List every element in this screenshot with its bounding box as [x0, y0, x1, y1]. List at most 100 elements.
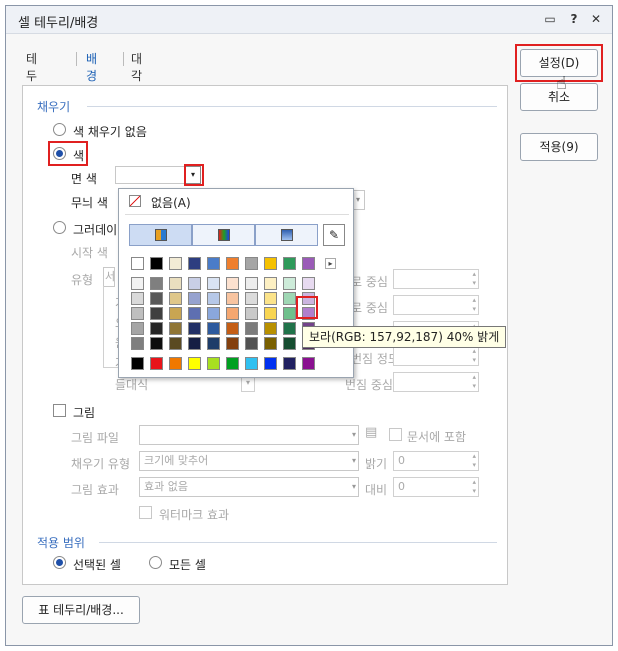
- color-swatch[interactable]: [207, 292, 220, 305]
- color-swatch[interactable]: [302, 357, 315, 370]
- picture-effect-value: 효과 없음: [144, 480, 188, 493]
- color-swatch[interactable]: [283, 307, 296, 320]
- color-swatch[interactable]: [150, 277, 163, 290]
- color-swatch[interactable]: [207, 337, 220, 350]
- more-colors-arrow-icon[interactable]: ▸: [325, 258, 336, 269]
- color-swatch[interactable]: [131, 307, 144, 320]
- color-swatch[interactable]: [188, 357, 201, 370]
- picture-effect-select[interactable]: 효과 없음 ▾: [139, 477, 359, 497]
- color-swatch[interactable]: [169, 257, 182, 270]
- color-swatch[interactable]: [207, 307, 220, 320]
- color-swatch[interactable]: [245, 277, 258, 290]
- color-swatch[interactable]: [169, 357, 182, 370]
- blur-center-input[interactable]: [393, 372, 479, 392]
- color-swatch[interactable]: [226, 292, 239, 305]
- color-swatch[interactable]: [188, 307, 201, 320]
- no-fill-radio[interactable]: [53, 123, 66, 136]
- color-swatch[interactable]: [264, 257, 277, 270]
- color-swatch[interactable]: [131, 357, 144, 370]
- color-swatch[interactable]: [188, 337, 201, 350]
- color-swatch[interactable]: [131, 277, 144, 290]
- color-swatch[interactable]: [226, 322, 239, 335]
- blur-degree-input[interactable]: [393, 346, 479, 366]
- color-swatch[interactable]: [188, 277, 201, 290]
- color-swatch[interactable]: [302, 257, 315, 270]
- table-border-background-button[interactable]: 표 테두리/배경...: [22, 596, 140, 624]
- color-swatch[interactable]: [226, 357, 239, 370]
- color-swatch[interactable]: [207, 277, 220, 290]
- color-swatch[interactable]: [150, 357, 163, 370]
- color-swatch[interactable]: [245, 337, 258, 350]
- color-swatch[interactable]: [169, 292, 182, 305]
- color-swatch[interactable]: [169, 307, 182, 320]
- color-swatch[interactable]: [131, 292, 144, 305]
- help-page-icon[interactable]: ▭: [542, 11, 558, 27]
- color-swatch[interactable]: [245, 307, 258, 320]
- color-swatch[interactable]: [150, 307, 163, 320]
- center-x-input[interactable]: [393, 269, 479, 289]
- color-swatch[interactable]: [264, 307, 277, 320]
- color-swatch[interactable]: [207, 357, 220, 370]
- color-swatch[interactable]: [188, 257, 201, 270]
- gradient-radio[interactable]: [53, 221, 66, 234]
- color-swatch[interactable]: [283, 337, 296, 350]
- folder-icon[interactable]: ▤: [365, 425, 377, 440]
- no-color-option[interactable]: 없음(A): [151, 194, 191, 211]
- color-swatch[interactable]: [150, 337, 163, 350]
- color-swatch[interactable]: [226, 277, 239, 290]
- tab-background[interactable]: 배경: [86, 50, 98, 89]
- theme-colors-tab[interactable]: [129, 224, 192, 246]
- color-swatch[interactable]: [226, 337, 239, 350]
- color-swatch[interactable]: [283, 357, 296, 370]
- center-y-input[interactable]: [393, 295, 479, 315]
- eyedropper-icon[interactable]: ✎: [323, 224, 345, 246]
- color-swatch[interactable]: [264, 277, 277, 290]
- color-swatch[interactable]: [245, 357, 258, 370]
- include-in-document-label: 문서에 포함: [407, 430, 467, 444]
- color-swatch[interactable]: [264, 357, 277, 370]
- color-swatch[interactable]: [150, 292, 163, 305]
- color-swatch[interactable]: [169, 337, 182, 350]
- color-swatch[interactable]: [283, 257, 296, 270]
- color-swatch[interactable]: [264, 292, 277, 305]
- color-swatch[interactable]: [283, 292, 296, 305]
- color-swatch[interactable]: [131, 337, 144, 350]
- color-swatch[interactable]: [150, 322, 163, 335]
- all-cells-radio[interactable]: [149, 556, 162, 569]
- color-swatch[interactable]: [302, 277, 315, 290]
- standard-colors-tab[interactable]: [192, 224, 255, 246]
- color-swatch[interactable]: [226, 307, 239, 320]
- color-swatch[interactable]: [226, 257, 239, 270]
- contrast-input[interactable]: 0: [393, 477, 479, 497]
- color-swatch[interactable]: [245, 322, 258, 335]
- color-swatch[interactable]: [169, 322, 182, 335]
- picture-file-input[interactable]: ▾: [139, 425, 359, 445]
- color-swatch[interactable]: [264, 337, 277, 350]
- color-swatch[interactable]: [207, 257, 220, 270]
- type-list[interactable]: 서: [103, 267, 115, 287]
- picture-checkbox[interactable]: [53, 404, 66, 417]
- color-swatch[interactable]: [131, 257, 144, 270]
- color-swatch[interactable]: [169, 277, 182, 290]
- apply-button[interactable]: 적용(9): [520, 133, 598, 161]
- close-icon[interactable]: ✕: [588, 11, 604, 27]
- color-swatch[interactable]: [283, 277, 296, 290]
- fill-type-select[interactable]: 크기에 맞추어 ▾: [139, 451, 359, 471]
- color-swatch[interactable]: [131, 322, 144, 335]
- color-swatch[interactable]: [264, 322, 277, 335]
- brightness-input[interactable]: 0: [393, 451, 479, 471]
- color-swatch[interactable]: [207, 322, 220, 335]
- gradient-label: 그러데이: [73, 223, 118, 237]
- color-swatch[interactable]: [245, 292, 258, 305]
- include-in-document-checkbox[interactable]: [389, 428, 402, 441]
- custom-colors-tab[interactable]: [255, 224, 318, 246]
- help-icon[interactable]: ?: [566, 11, 582, 27]
- color-swatch[interactable]: [245, 257, 258, 270]
- selected-cells-radio[interactable]: [53, 556, 66, 569]
- color-swatch[interactable]: [283, 322, 296, 335]
- color-swatch[interactable]: [150, 257, 163, 270]
- color-swatch[interactable]: [188, 292, 201, 305]
- watermark-checkbox[interactable]: [139, 506, 152, 519]
- color-swatch[interactable]: [188, 322, 201, 335]
- face-color-picker[interactable]: [115, 166, 185, 184]
